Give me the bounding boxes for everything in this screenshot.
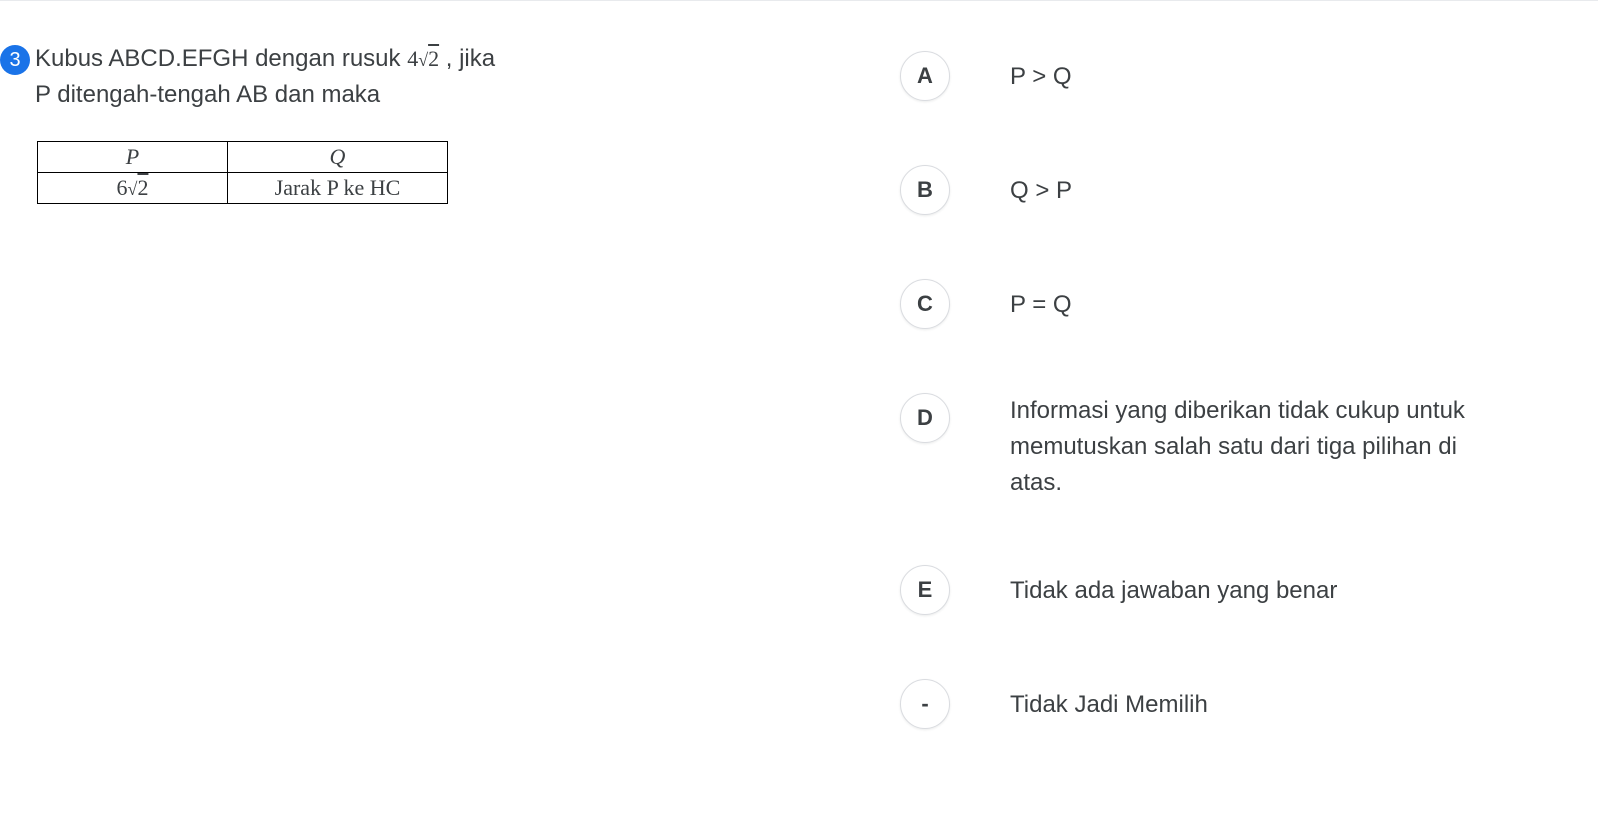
question-text-line2: P ditengah-tengah AB dan maka (35, 81, 380, 108)
option-e-text: Tidak ada jawaban yang benar (1010, 565, 1337, 609)
option-a: A P > Q (900, 51, 1490, 101)
question-text-part1: Kubus ABCD.EFGH dengan rusuk (35, 45, 407, 72)
option-a-text: P > Q (1010, 51, 1072, 95)
question-text: Kubus ABCD.EFGH dengan rusuk 4√2 , jika … (35, 41, 680, 113)
option-a-button[interactable]: A (900, 51, 950, 101)
question-number-badge: 3 (0, 45, 30, 75)
option-d: D Informasi yang diberikan tidak cukup u… (900, 393, 1490, 501)
option-b-text: Q > P (1010, 165, 1072, 209)
option-b: B Q > P (900, 165, 1490, 215)
table-value-p: 6√2 (38, 173, 228, 204)
option-b-button[interactable]: B (900, 165, 950, 215)
option-c-text: P = Q (1010, 279, 1072, 323)
option-c-button[interactable]: C (900, 279, 950, 329)
option-e: E Tidak ada jawaban yang benar (900, 565, 1490, 615)
option-clear-text: Tidak Jadi Memilih (1010, 679, 1208, 723)
question-column: 3 Kubus ABCD.EFGH dengan rusuk 4√2 , jik… (0, 41, 680, 793)
comparison-table: P Q 6√2 Jarak P ke HC (37, 141, 448, 204)
question-text-part2: , jika (439, 45, 495, 72)
question-math-expression: 4√2 (407, 46, 439, 71)
table-header-p: P (38, 142, 228, 173)
option-d-text: Informasi yang diberikan tidak cukup unt… (1010, 393, 1490, 501)
option-clear: - Tidak Jadi Memilih (900, 679, 1490, 729)
table-value-q: Jarak P ke HC (228, 173, 448, 204)
option-d-button[interactable]: D (900, 393, 950, 443)
option-c: C P = Q (900, 279, 1490, 329)
option-clear-button[interactable]: - (900, 679, 950, 729)
option-e-button[interactable]: E (900, 565, 950, 615)
options-column: A P > Q B Q > P C P = Q D Informasi yang… (680, 41, 1490, 793)
table-header-q: Q (228, 142, 448, 173)
